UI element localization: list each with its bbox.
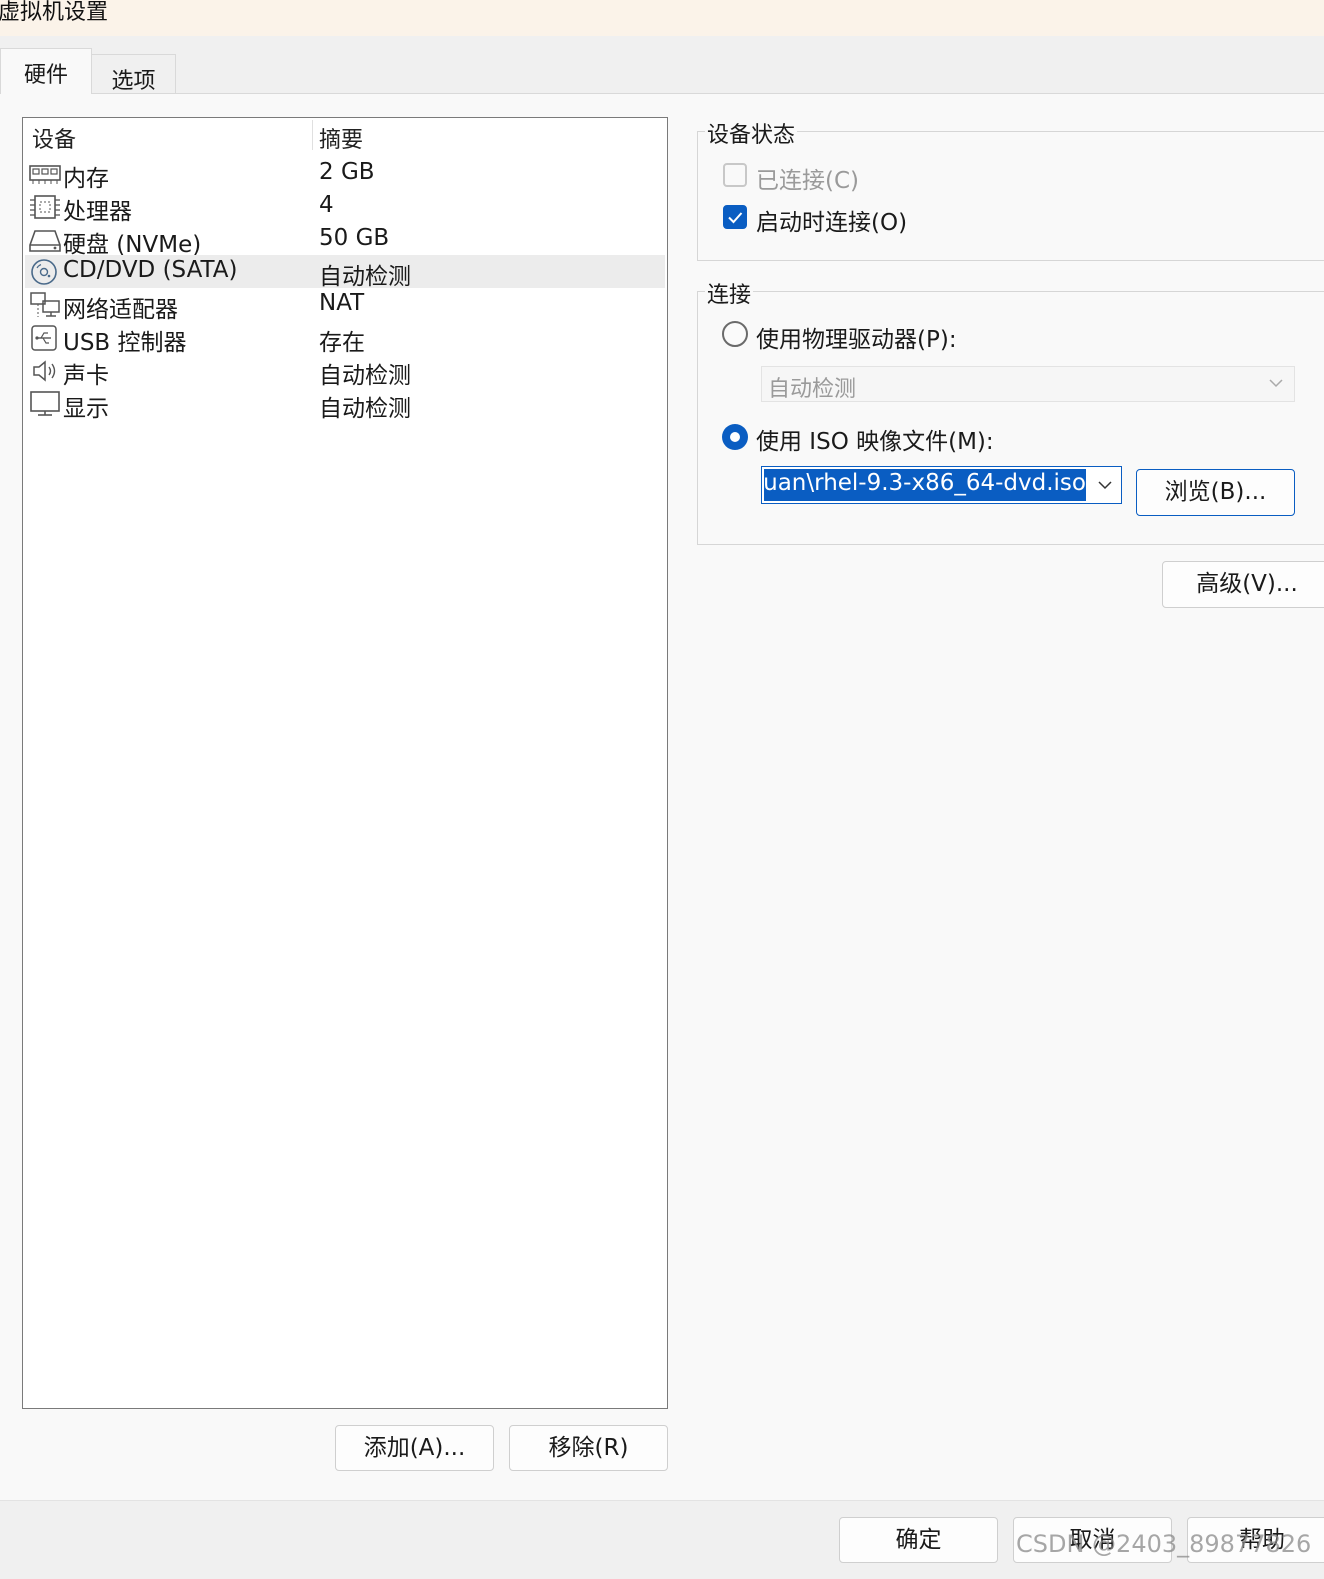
tab-strip: 硬件 选项	[0, 36, 1324, 94]
device-name: 网络适配器	[63, 297, 178, 323]
physical-drive-value: 自动检测	[768, 377, 857, 402]
network-adapter-icon	[29, 291, 61, 319]
remove-button[interactable]: 移除(R)	[509, 1425, 668, 1471]
device-name: CD/DVD (SATA)	[63, 257, 238, 283]
device-row-memory[interactable]: 内存 2 GB	[25, 157, 665, 192]
ok-button[interactable]: 确定	[839, 1517, 998, 1563]
device-name: 内存	[63, 166, 109, 192]
device-summary: 自动检测	[319, 396, 411, 422]
device-summary: NAT	[319, 290, 365, 316]
checkmark-icon	[728, 212, 743, 224]
tab-hardware[interactable]: 硬件	[0, 48, 92, 94]
memory-icon	[29, 160, 61, 188]
speaker-icon	[29, 357, 61, 385]
device-summary: 自动检测	[319, 363, 411, 389]
help-button[interactable]: 帮助	[1187, 1517, 1324, 1563]
monitor-icon	[29, 390, 61, 418]
device-name: 处理器	[63, 199, 132, 225]
window-title: 虚拟机设置	[0, 0, 109, 25]
physical-drive-label: 使用物理驱动器(P):	[756, 327, 957, 353]
device-summary: 50 GB	[319, 225, 390, 251]
physical-drive-radio[interactable]	[722, 321, 748, 347]
tab-options[interactable]: 选项	[92, 54, 176, 94]
device-summary: 自动检测	[319, 264, 411, 290]
device-summary: 2 GB	[319, 159, 375, 185]
title-bar: 虚拟机设置	[0, 0, 1324, 36]
device-name: USB 控制器	[63, 330, 187, 356]
hard-disk-icon	[29, 226, 61, 254]
device-name: 硬盘 (NVMe)	[63, 232, 202, 258]
usb-icon	[29, 324, 61, 352]
device-summary: 4	[319, 192, 334, 218]
device-row-cd-dvd[interactable]: CD/DVD (SATA) 自动检测	[25, 255, 665, 290]
connected-checkbox[interactable]	[723, 163, 747, 187]
iso-image-radio[interactable]	[722, 424, 748, 450]
device-summary: 存在	[319, 330, 365, 356]
advanced-button[interactable]: 高级(V)...	[1162, 561, 1324, 608]
connection-title: 连接	[705, 277, 754, 309]
iso-path-combobox[interactable]: jisuan\rhel-9.3-x86_64-dvd.iso	[761, 466, 1122, 504]
chevron-down-icon	[1268, 373, 1284, 397]
device-status-group	[697, 131, 1324, 261]
device-row-network-adapter[interactable]: 网络适配器 NAT	[25, 288, 665, 323]
device-name: 显示	[63, 396, 109, 422]
column-divider[interactable]	[312, 120, 313, 150]
processor-icon	[29, 193, 61, 221]
iso-path-selection[interactable]: jisuan\rhel-9.3-x86_64-dvd.iso	[764, 469, 1086, 501]
device-name: 声卡	[63, 363, 109, 389]
column-header-summary[interactable]: 摘要	[319, 122, 363, 154]
device-row-hard-disk[interactable]: 硬盘 (NVMe) 50 GB	[25, 223, 665, 258]
device-status-title: 设备状态	[705, 117, 798, 149]
browse-button[interactable]: 浏览(B)...	[1136, 469, 1295, 516]
connect-at-power-on-label: 启动时连接(O)	[756, 210, 908, 236]
device-row-processor[interactable]: 处理器 4	[25, 190, 665, 225]
iso-path-value: jisuan\rhel-9.3-x86_64-dvd.iso	[764, 470, 1086, 496]
device-row-display[interactable]: 显示 自动检测	[25, 387, 665, 422]
cancel-button[interactable]: 取消	[1013, 1517, 1172, 1563]
device-list[interactable]: 设备 摘要 内存 2 GB 处理器 4 硬盘 (NVMe) 50 GB CD/D…	[22, 117, 668, 1409]
add-button[interactable]: 添加(A)...	[335, 1425, 494, 1471]
device-row-sound-card[interactable]: 声卡 自动检测	[25, 354, 665, 389]
cd-dvd-icon	[29, 258, 61, 286]
iso-image-label: 使用 ISO 映像文件(M):	[756, 429, 994, 455]
device-row-usb-controller[interactable]: USB 控制器 存在	[25, 321, 665, 356]
connect-at-power-on-checkbox[interactable]	[723, 205, 747, 229]
physical-drive-select[interactable]: 自动检测	[761, 366, 1295, 402]
column-header-device[interactable]: 设备	[32, 122, 76, 154]
chevron-down-icon[interactable]	[1097, 475, 1113, 499]
connected-label: 已连接(C)	[756, 168, 860, 194]
